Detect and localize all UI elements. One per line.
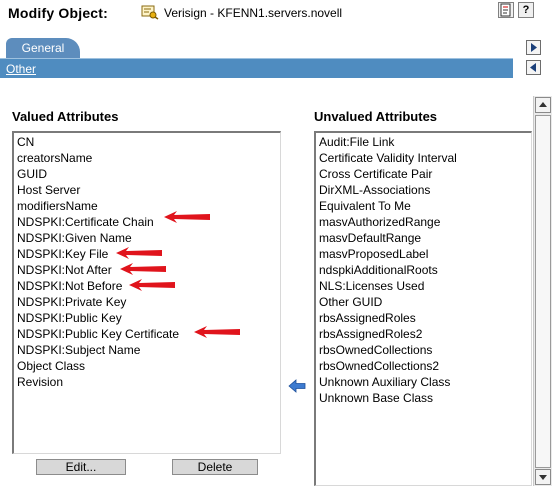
list-item[interactable]: Object Class: [17, 358, 280, 374]
list-item[interactable]: masvDefaultRange: [319, 230, 531, 246]
tab-general[interactable]: General: [6, 38, 80, 58]
list-item[interactable]: creatorsName: [17, 150, 280, 166]
list-item[interactable]: Host Server: [17, 182, 280, 198]
list-item[interactable]: Unknown Auxiliary Class: [319, 374, 531, 390]
list-item[interactable]: Unknown Base Class: [319, 390, 531, 406]
object-name: Verisign - KFENN1.servers.novell: [164, 6, 343, 20]
red-arrow-icon: [194, 326, 240, 338]
list-item[interactable]: Revision: [17, 374, 280, 390]
list-item[interactable]: NDSPKI:Public Key: [17, 310, 280, 326]
list-item[interactable]: NDSPKI:Private Key: [17, 294, 280, 310]
list-item[interactable]: DirXML-Associations: [319, 182, 531, 198]
header: Modify Object: Verisign - KFENN1.servers…: [0, 0, 552, 30]
list-item[interactable]: NLS:Licenses Used: [319, 278, 531, 294]
list-item[interactable]: rbsAssignedRoles2: [319, 326, 531, 342]
list-item[interactable]: Equivalent To Me: [319, 198, 531, 214]
list-item[interactable]: masvAuthorizedRange: [319, 214, 531, 230]
move-left-arrow-icon[interactable]: [288, 379, 306, 393]
list-item[interactable]: NDSPKI:Certificate Chain: [17, 214, 280, 230]
arrow-left-icon[interactable]: [526, 60, 541, 75]
certificate-key-icon: [141, 4, 159, 20]
tab-other-link[interactable]: Other: [6, 62, 36, 76]
edit-button[interactable]: Edit...: [36, 459, 126, 475]
list-item[interactable]: modifiersName: [17, 198, 280, 214]
page-title: Modify Object:: [8, 5, 109, 21]
valued-attributes-list[interactable]: CN creatorsName GUID Host Server modifiersNa…: [12, 131, 281, 454]
list-item[interactable]: NDSPKI:Given Name: [17, 230, 280, 246]
list-item[interactable]: Certificate Validity Interval: [319, 150, 531, 166]
red-arrow-icon: [164, 211, 210, 223]
tab-strip: Other: [0, 58, 513, 78]
list-item[interactable]: Audit:File Link: [319, 134, 531, 150]
list-item[interactable]: Other GUID: [319, 294, 531, 310]
page-scrollbar[interactable]: [533, 96, 552, 486]
red-arrow-icon: [120, 263, 166, 275]
attributes-panel: Valued Attributes Unvalued Attributes CN…: [0, 96, 533, 486]
list-item[interactable]: rbsAssignedRoles: [319, 310, 531, 326]
list-item[interactable]: CN: [17, 134, 280, 150]
list-item[interactable]: rbsOwnedCollections2: [319, 358, 531, 374]
list-item[interactable]: ndspkiAdditionalRoots: [319, 262, 531, 278]
scroll-down-icon[interactable]: [535, 469, 551, 485]
list-item[interactable]: GUID: [17, 166, 280, 182]
list-item[interactable]: rbsOwnedCollections: [319, 342, 531, 358]
notes-icon[interactable]: [498, 2, 514, 18]
red-arrow-icon: [129, 279, 175, 291]
list-item[interactable]: masvProposedLabel: [319, 246, 531, 262]
arrow-right-icon[interactable]: [526, 40, 541, 55]
list-item[interactable]: NDSPKI:Subject Name: [17, 342, 280, 358]
help-icon[interactable]: ?: [518, 2, 534, 18]
unvalued-attributes-list[interactable]: Audit:File Link Certificate Validity Inte…: [314, 131, 532, 486]
red-arrow-icon: [116, 247, 162, 259]
valued-attributes-label: Valued Attributes: [12, 109, 119, 124]
unvalued-attributes-label: Unvalued Attributes: [314, 109, 438, 124]
scroll-up-icon[interactable]: [535, 97, 551, 113]
scroll-thumb[interactable]: [535, 115, 551, 468]
tab-bar: General Other: [0, 36, 552, 82]
list-item[interactable]: Cross Certificate Pair: [319, 166, 531, 182]
delete-button[interactable]: Delete: [172, 459, 258, 475]
